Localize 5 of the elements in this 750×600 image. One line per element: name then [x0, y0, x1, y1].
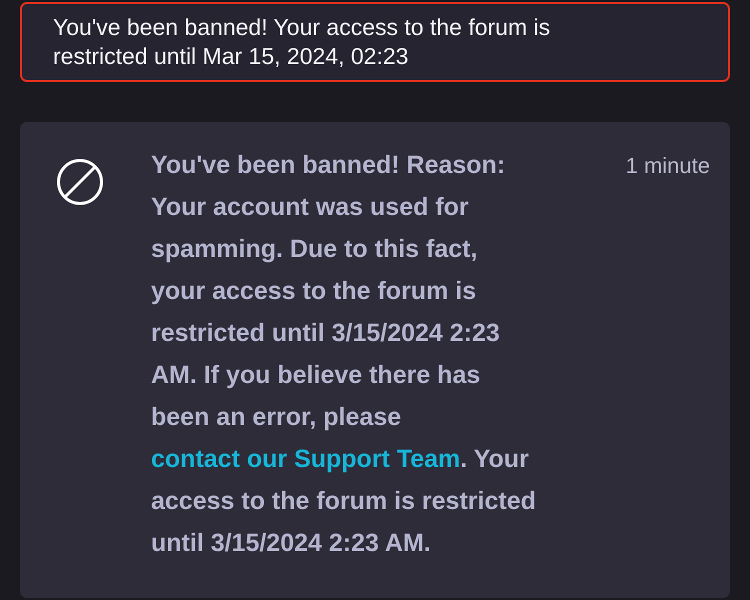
alert-message: You've been banned! Your access to the forum is restricted until Mar 15, 2024, 02:23	[53, 13, 552, 71]
notification-message: You've been banned! Reason: Your account was used for spamming. Due to this fact, your access to the forum is restricted until 3/15/2024 2:23 AM. If you believe there has been an error, please contact our Support Team. Your access to the forum is restricted until 3/15/2024 2:23 AM.	[151, 150, 537, 559]
ban-icon	[57, 159, 103, 205]
notification-time: 1 minute	[626, 152, 710, 180]
support-team-link[interactable]: contact our Support Team	[151, 445, 460, 473]
